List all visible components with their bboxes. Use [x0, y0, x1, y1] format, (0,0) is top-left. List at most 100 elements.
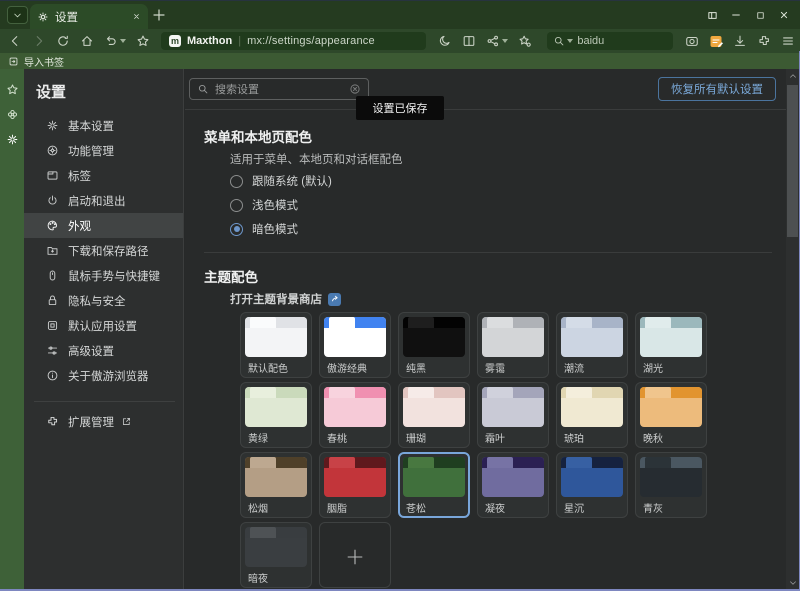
address-bar[interactable]: m Maxthon | mx://settings/appearance [161, 32, 426, 50]
theme-tile-14[interactable]: 苍松 [398, 452, 470, 518]
restore-defaults-button[interactable]: 恢复所有默认设置 [658, 77, 776, 101]
maximize-button[interactable] [748, 5, 772, 25]
theme-tile-18[interactable]: 暗夜 [240, 522, 312, 588]
theme-tile-13[interactable]: 胭脂 [319, 452, 391, 518]
theme-tile-0[interactable]: 默认配色 [240, 312, 312, 378]
sidebar-item-2[interactable]: 标签 [24, 163, 183, 188]
maxnote-flower-icon[interactable] [6, 108, 19, 121]
theme-tile-17[interactable]: 青灰 [635, 452, 707, 518]
sidebar-item-3[interactable]: 启动和退出 [24, 188, 183, 213]
theme-tile-5[interactable]: 湖光 [635, 312, 707, 378]
radio-circle[interactable] [230, 199, 243, 212]
theme-tile-6[interactable]: 黄绿 [240, 382, 312, 448]
theme-name: 纯黑 [406, 360, 465, 375]
url-text[interactable]: mx://settings/appearance [247, 35, 375, 47]
maxnote-button[interactable] [709, 34, 723, 48]
theme-tile-16[interactable]: 星沉 [556, 452, 628, 518]
settings-search-input[interactable]: 搜索设置 [189, 78, 369, 100]
search-icon [197, 83, 209, 95]
theme-tile-10[interactable]: 琥珀 [556, 382, 628, 448]
theme-swatch [245, 317, 307, 357]
download-button[interactable] [733, 34, 747, 48]
theme-name: 傲游经典 [327, 360, 386, 375]
sidebar-item-9[interactable]: 高级设置 [24, 338, 183, 363]
external-link-icon [121, 416, 132, 427]
theme-swatch [482, 457, 544, 497]
radio-circle[interactable] [230, 175, 243, 188]
workspace-button[interactable] [700, 5, 724, 25]
scroll-up-arrow[interactable] [786, 69, 799, 83]
forward-button[interactable] [32, 34, 46, 48]
favorite-star-button[interactable] [136, 34, 150, 48]
theme-tile-3[interactable]: 雾霭 [477, 312, 549, 378]
share-button[interactable] [486, 34, 508, 48]
radio-circle[interactable] [230, 223, 243, 236]
app-icon [46, 319, 59, 332]
extensions-button[interactable] [757, 34, 771, 48]
theme-tile-9[interactable]: 霜叶 [477, 382, 549, 448]
quick-search-box[interactable]: baidu [547, 32, 673, 50]
active-tab[interactable]: 设置 [30, 4, 148, 29]
settings-content: 搜索设置 恢复所有默认设置 菜单和本地页配色 适用于菜单、本地页和对话框配色 跟… [185, 69, 786, 591]
radio-option-2[interactable]: 暗色模式 [230, 217, 332, 241]
theme-tile-7[interactable]: 春桃 [319, 382, 391, 448]
sidebar-item-5[interactable]: 下载和保存路径 [24, 238, 183, 263]
add-theme-tile[interactable] [319, 522, 391, 588]
content-header: 搜索设置 恢复所有默认设置 [185, 69, 786, 110]
theme-tile-15[interactable]: 凝夜 [477, 452, 549, 518]
sidebar-item-extensions[interactable]: 扩展管理 [24, 409, 183, 434]
maxthon-logo-icon: m [169, 35, 181, 47]
minimize-button[interactable] [724, 5, 748, 25]
sidebar-item-label: 默认应用设置 [68, 318, 137, 334]
sidebar-item-7[interactable]: 隐私与安全 [24, 288, 183, 313]
clear-search-icon[interactable] [349, 83, 361, 95]
new-tab-button[interactable] [151, 7, 167, 23]
sidebar-item-0[interactable]: 基本设置 [24, 113, 183, 138]
theme-store-link[interactable]: 打开主题背景商店 [230, 291, 322, 307]
settings-gear-icon[interactable] [6, 133, 19, 146]
swatch-tab [487, 457, 513, 468]
theme-tile-4[interactable]: 潮流 [556, 312, 628, 378]
theme-tile-1[interactable]: 傲游经典 [319, 312, 391, 378]
sidebar-item-6[interactable]: 鼠标手势与快捷键 [24, 263, 183, 288]
favorites-manager-button[interactable] [518, 34, 532, 48]
scrollbar-thumb[interactable] [787, 85, 798, 237]
theme-name: 珊瑚 [406, 430, 465, 445]
sidebar-item-label: 高级设置 [68, 343, 114, 359]
search-engine-value[interactable]: baidu [577, 35, 604, 47]
palette-icon [46, 219, 59, 232]
radio-option-1[interactable]: 浅色模式 [230, 193, 332, 217]
sidebar-item-10[interactable]: 关于傲游浏览器 [24, 363, 183, 388]
back-button[interactable] [8, 34, 22, 48]
saved-toast: 设置已保存 [356, 96, 444, 120]
theme-tile-12[interactable]: 松烟 [240, 452, 312, 518]
sidebar-item-1[interactable]: 功能管理 [24, 138, 183, 163]
search-engine-caret[interactable] [567, 39, 573, 43]
main-menu-button[interactable] [781, 34, 795, 48]
radio-option-0[interactable]: 跟随系统 (默认) [230, 169, 332, 193]
scroll-down-arrow[interactable] [786, 576, 799, 590]
sidebar-item-4[interactable]: 外观 [24, 213, 183, 238]
browser-window: 设置 m Maxthon | mx://settings/appearance [0, 0, 800, 591]
home-button[interactable] [80, 34, 94, 48]
favorites-star-icon[interactable] [6, 83, 19, 96]
import-bookmarks-button[interactable]: 导入书签 [24, 54, 64, 69]
undo-dropdown-caret[interactable] [120, 39, 126, 43]
split-screen-button[interactable] [462, 34, 476, 48]
open-store-icon[interactable] [328, 293, 341, 306]
tab-list-button[interactable] [7, 6, 28, 24]
vertical-scrollbar[interactable] [786, 69, 799, 591]
sidebar-item-8[interactable]: 默认应用设置 [24, 313, 183, 338]
reader-mode-button[interactable] [438, 34, 452, 48]
theme-tile-2[interactable]: 纯黑 [398, 312, 470, 378]
tab-close-icon[interactable] [132, 12, 141, 21]
undo-button[interactable] [104, 34, 126, 48]
swatch-tab [250, 317, 276, 328]
close-button[interactable] [772, 5, 796, 25]
refresh-button[interactable] [56, 34, 70, 48]
screenshot-button[interactable] [685, 34, 699, 48]
swatch-tab [487, 387, 513, 398]
theme-tile-11[interactable]: 晚秋 [635, 382, 707, 448]
theme-tile-8[interactable]: 珊瑚 [398, 382, 470, 448]
share-dropdown-caret[interactable] [502, 39, 508, 43]
